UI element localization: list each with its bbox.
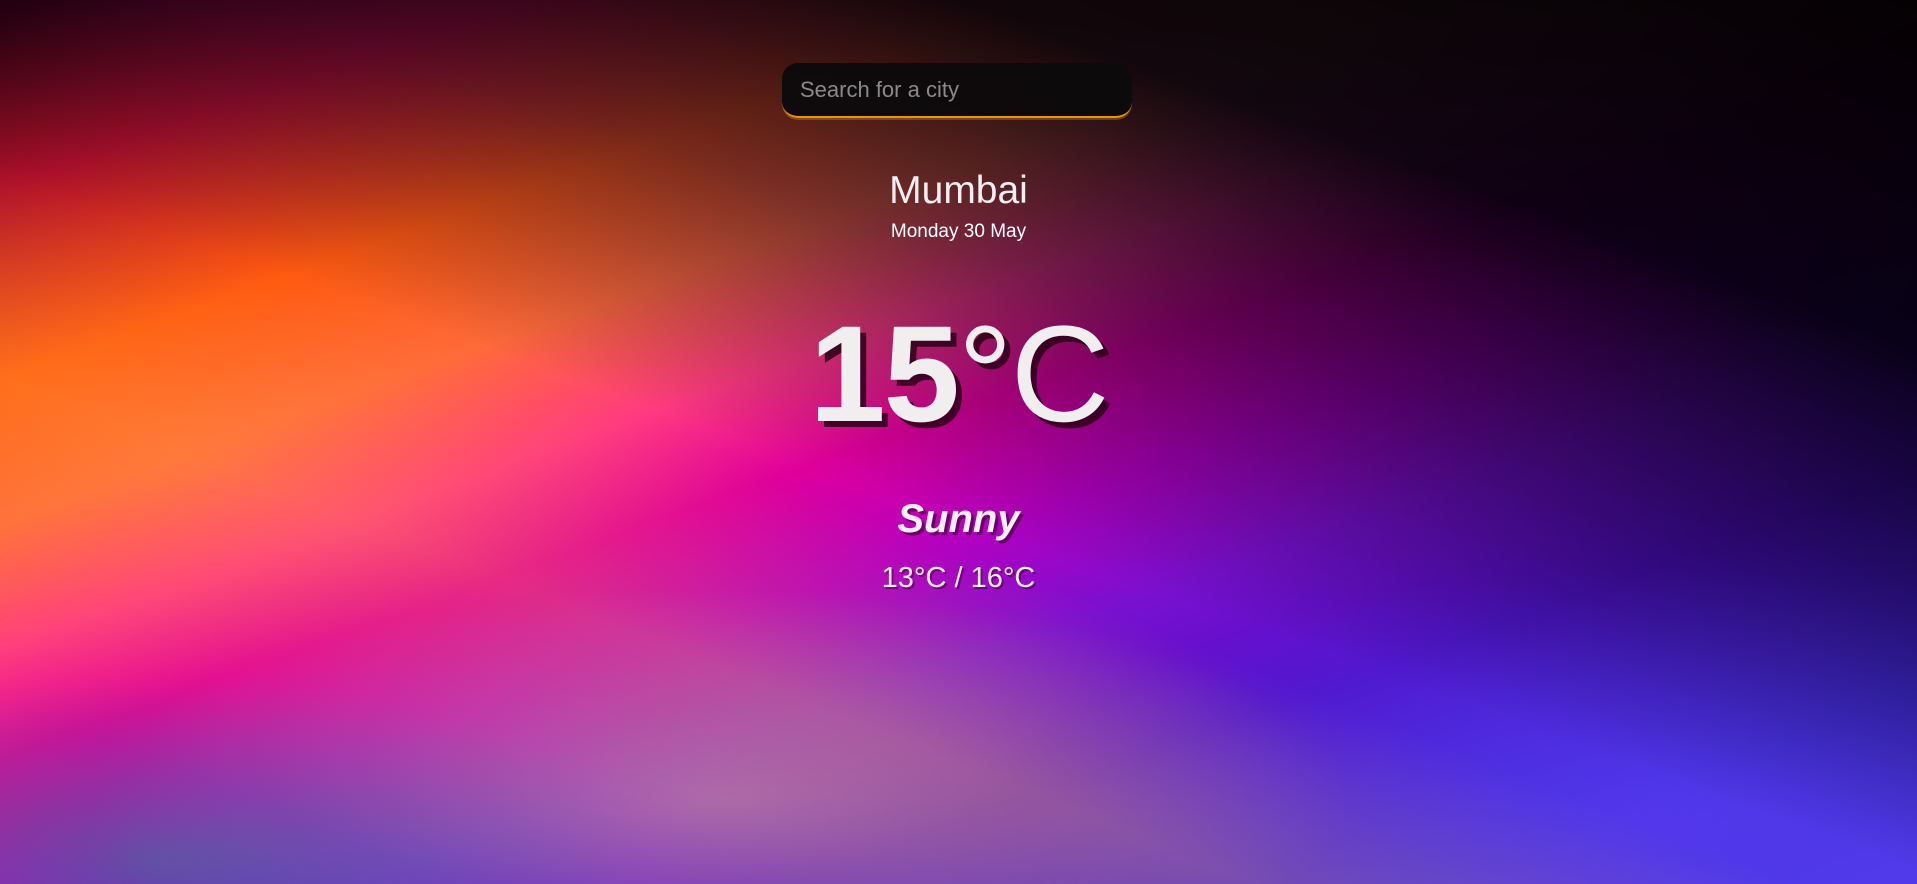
temperature-display: 15°C — [0, 300, 1917, 450]
temperature-unit: °C — [957, 298, 1110, 451]
search-input[interactable] — [782, 63, 1132, 116]
weather-condition: Sunny — [897, 497, 1020, 541]
temperature-value: 15 — [809, 298, 959, 451]
search-box[interactable] — [782, 63, 1132, 118]
current-date: Monday 30 May — [890, 221, 1027, 242]
temperature-range: 13°C / 16°C — [881, 562, 1036, 594]
city-name: Mumbai — [889, 169, 1028, 212]
